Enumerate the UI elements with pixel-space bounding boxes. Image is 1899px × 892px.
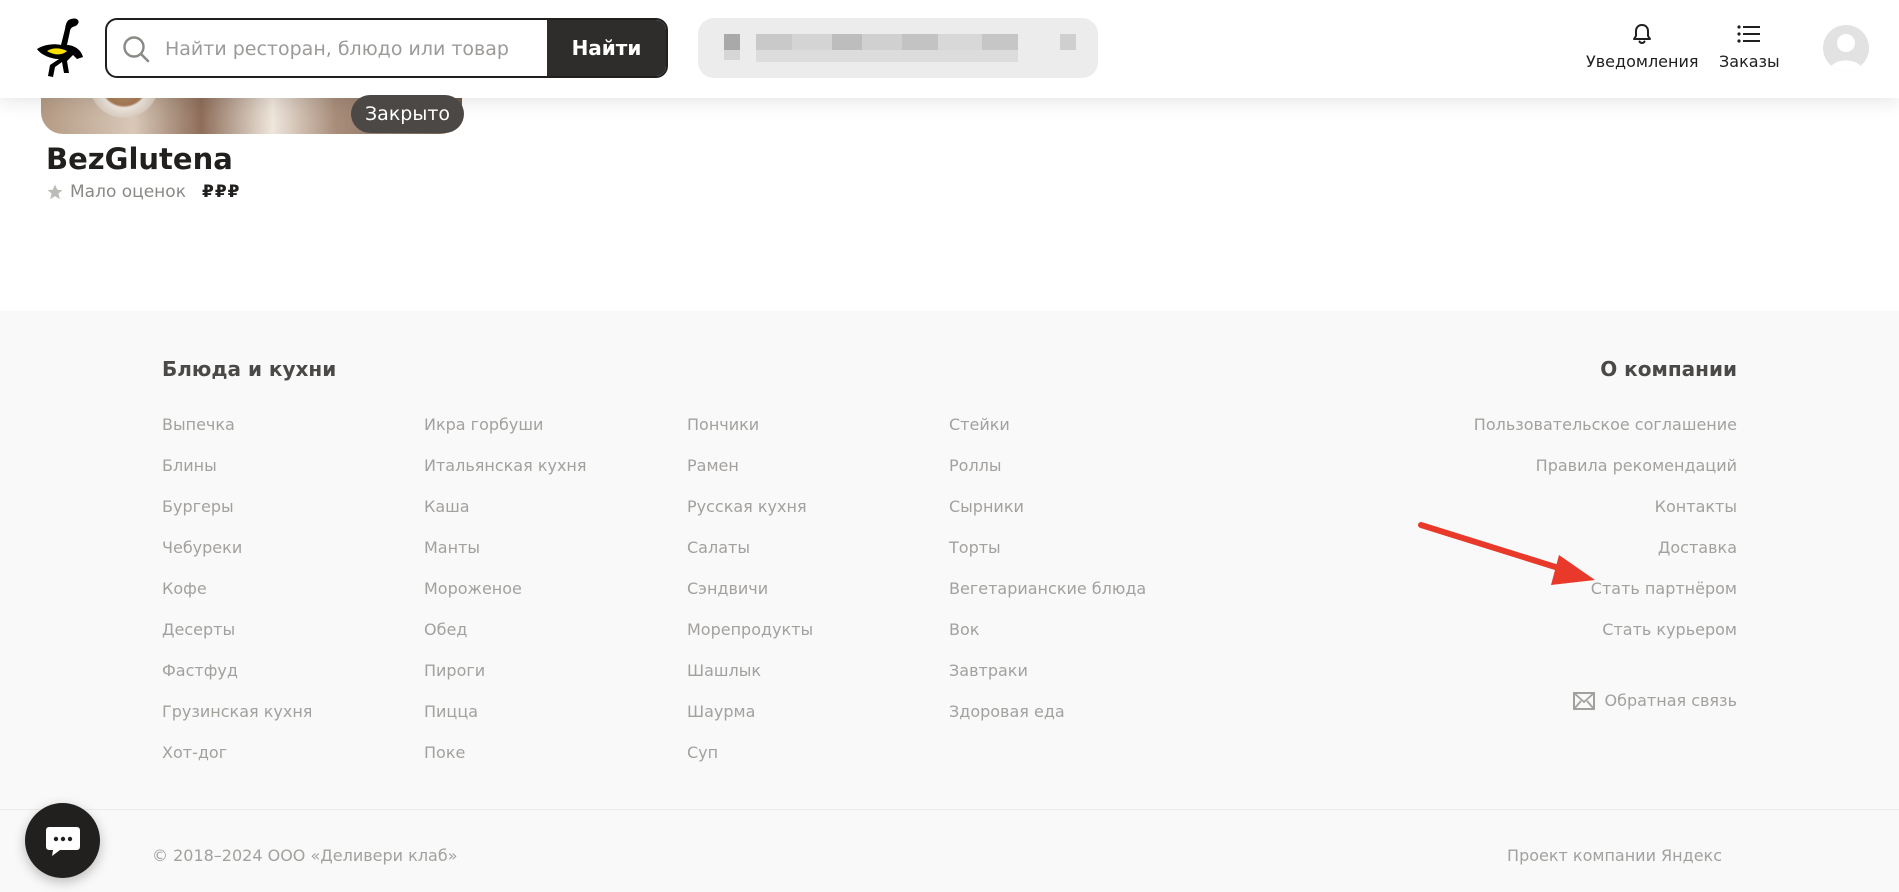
delivery-address-selector[interactable] [698, 18, 1098, 78]
dish-link[interactable]: Роллы [949, 456, 1146, 497]
dish-link[interactable]: Выпечка [162, 415, 312, 456]
restaurant-meta: Мало оценок ₽₽₽ [46, 182, 240, 202]
dish-link[interactable]: Чебуреки [162, 538, 312, 579]
dish-link[interactable]: Десерты [162, 620, 312, 661]
mail-icon [1573, 691, 1596, 710]
blurred-address-block [1060, 34, 1076, 50]
dish-link[interactable]: Шашлык [687, 661, 813, 702]
blurred-address-block [902, 34, 938, 50]
orders-button[interactable]: Заказы [1719, 22, 1780, 71]
delivery-club-logo[interactable] [33, 15, 89, 79]
bell-icon [1633, 24, 1652, 44]
dish-link[interactable]: Стейки [949, 415, 1146, 456]
dish-link[interactable]: Салаты [687, 538, 813, 579]
blurred-address-block [724, 34, 740, 50]
feedback-label: Обратная связь [1604, 691, 1737, 710]
dish-link[interactable]: Мороженое [424, 579, 587, 620]
dish-link[interactable]: Поке [424, 743, 587, 784]
dish-link[interactable]: Пицца [424, 702, 587, 743]
dishes-heading: Блюда и кухни [162, 357, 337, 381]
yandex-project-link[interactable]: Проект компании Яндекс [1507, 846, 1722, 865]
dish-link[interactable]: Сырники [949, 497, 1146, 538]
dish-link[interactable]: Морепродукты [687, 620, 813, 661]
dish-link[interactable]: Грузинская кухня [162, 702, 312, 743]
blurred-address-block [938, 34, 982, 50]
feedback-link[interactable]: Обратная связь [1573, 691, 1737, 710]
dish-link[interactable]: Здоровая еда [949, 702, 1146, 743]
dish-link[interactable]: Торты [949, 538, 1146, 579]
blurred-address-block [832, 34, 862, 50]
dish-link[interactable]: Итальянская кухня [424, 456, 587, 497]
contacts-link[interactable]: Контакты [1474, 497, 1737, 538]
notifications-button[interactable]: Уведомления [1586, 22, 1699, 71]
terms-link[interactable]: Пользовательское соглашение [1474, 415, 1737, 456]
chat-bubble-icon [45, 826, 80, 856]
notifications-label: Уведомления [1586, 52, 1699, 71]
become-partner-link[interactable]: Стать партнёром [1474, 579, 1737, 620]
user-icon [1829, 34, 1863, 71]
user-avatar[interactable] [1823, 25, 1869, 71]
blurred-address-block [792, 34, 832, 50]
search-button[interactable]: Найти [547, 20, 666, 76]
status-badge: Закрыто [351, 95, 465, 133]
blurred-address-block [724, 50, 740, 60]
dish-link[interactable]: Блины [162, 456, 312, 497]
dish-link[interactable]: Сэндвичи [687, 579, 813, 620]
dishes-column-3: Пончики Рамен Русская кухня Салаты Сэндв… [687, 415, 813, 784]
blurred-address-block [982, 34, 1018, 50]
become-courier-link[interactable]: Стать курьером [1474, 620, 1737, 661]
dish-link[interactable]: Кофе [162, 579, 312, 620]
dishes-column-2: Икра горбуши Итальянская кухня Каша Мант… [424, 415, 587, 784]
dish-link[interactable]: Пончики [687, 415, 813, 456]
dish-link[interactable]: Фастфуд [162, 661, 312, 702]
restaurant-name[interactable]: BezGlutena [46, 142, 233, 176]
company-heading: О компании [1600, 357, 1737, 381]
top-header: Найти Уведомления Заказы [0, 0, 1899, 98]
blurred-address-block [756, 34, 792, 50]
dishes-column-4: Стейки Роллы Сырники Торты Вегетариански… [949, 415, 1146, 743]
delivery-link[interactable]: Доставка [1474, 538, 1737, 579]
dish-link[interactable]: Обед [424, 620, 587, 661]
price-level: ₽₽₽ [201, 182, 241, 202]
footer: Блюда и кухни О компании Выпечка Блины Б… [0, 311, 1899, 892]
dish-link[interactable]: Каша [424, 497, 587, 538]
footer-divider [0, 809, 1899, 810]
orders-label: Заказы [1719, 52, 1780, 71]
dish-link[interactable]: Завтраки [949, 661, 1146, 702]
company-links: Пользовательское соглашение Правила реко… [1474, 415, 1737, 661]
dish-link[interactable]: Рамен [687, 456, 813, 497]
list-icon [1737, 25, 1761, 43]
rating-text: Мало оценок [70, 182, 186, 202]
recommendation-rules-link[interactable]: Правила рекомендаций [1474, 456, 1737, 497]
star-icon [47, 184, 63, 200]
dish-link[interactable]: Шаурма [687, 702, 813, 743]
dish-link[interactable]: Вегетарианские блюда [949, 579, 1146, 620]
search-bar: Найти [105, 18, 668, 78]
dish-link[interactable]: Бургеры [162, 497, 312, 538]
dish-link[interactable]: Икра горбуши [424, 415, 587, 456]
support-chat-button[interactable] [25, 803, 100, 878]
dish-link[interactable]: Суп [687, 743, 813, 784]
blurred-address-block [756, 50, 1018, 62]
search-icon [123, 36, 150, 63]
dish-link[interactable]: Пироги [424, 661, 587, 702]
dish-link[interactable]: Русская кухня [687, 497, 813, 538]
dish-link[interactable]: Хот-дог [162, 743, 312, 784]
dishes-column-1: Выпечка Блины Бургеры Чебуреки Кофе Десе… [162, 415, 312, 784]
dish-link[interactable]: Вок [949, 620, 1146, 661]
copyright-text: © 2018–2024 ООО «Деливери клаб» [152, 846, 458, 865]
dish-link[interactable]: Манты [424, 538, 587, 579]
blurred-address-block [862, 34, 902, 50]
